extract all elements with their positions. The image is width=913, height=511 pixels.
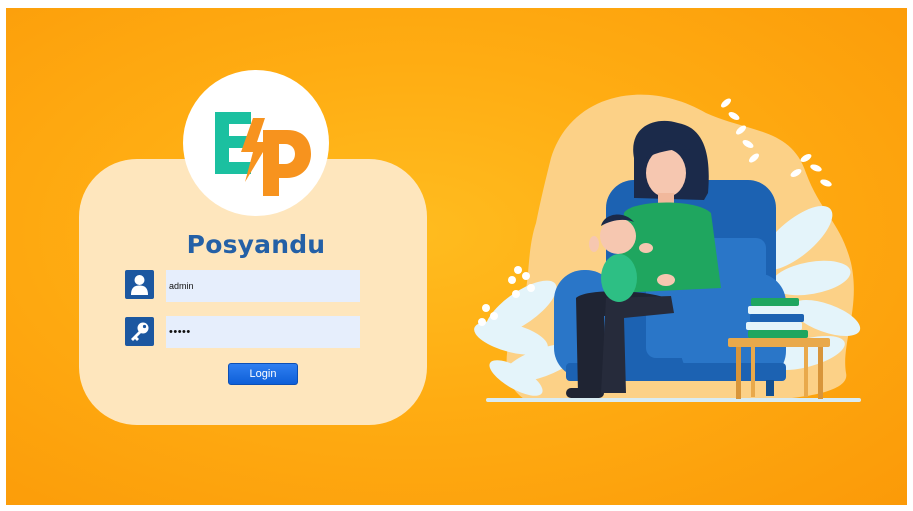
login-button[interactable]: Login [228,363,298,385]
key-icon [125,317,154,346]
book-stack [746,298,808,338]
logo [183,70,329,216]
user-icon [125,270,154,299]
floor-line [486,398,861,402]
brand-title: Posyandu [186,230,326,259]
ep-logo-icon [215,112,311,196]
username-field[interactable] [166,270,360,302]
login-page-background: Posyandu Login [6,8,907,505]
password-field[interactable] [166,316,360,348]
